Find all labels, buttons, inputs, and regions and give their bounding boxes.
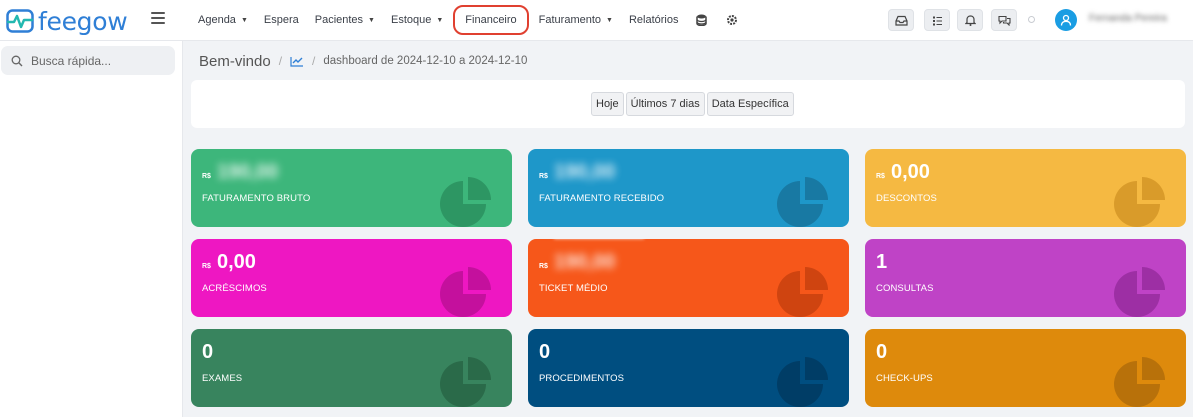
pie-chart-icon bbox=[1114, 267, 1165, 317]
main-nav: Agenda ▼ Espera Pacientes ▼ Estoque ▼ Finan… bbox=[190, 0, 747, 40]
card-label: ACRÉSCIMOS bbox=[202, 283, 267, 294]
currency-label: R$ bbox=[876, 173, 885, 180]
caret-down-icon: ▼ bbox=[240, 16, 248, 24]
card-label: PROCEDIMENTOS bbox=[539, 373, 625, 384]
card-value: 0 bbox=[539, 341, 551, 363]
currency-label: R$ bbox=[539, 173, 548, 180]
card-descontos[interactable]: R$ 0,00 DESCONTOS bbox=[865, 149, 1186, 227]
bell-icon bbox=[964, 15, 976, 26]
currency-label: R$ bbox=[202, 173, 211, 180]
menu-toggle-icon[interactable] bbox=[151, 12, 165, 26]
quick-search bbox=[1, 46, 175, 75]
nav-financeiro-label: Financeiro bbox=[465, 14, 517, 26]
avatar[interactable] bbox=[1055, 9, 1077, 31]
nav-financeiro[interactable]: Financeiro bbox=[453, 5, 529, 35]
card-consultas[interactable]: 1 CONSULTAS bbox=[865, 239, 1186, 317]
chat-icon bbox=[997, 15, 1011, 26]
card-value: 1 bbox=[876, 251, 888, 273]
card-value: 0 bbox=[202, 341, 214, 363]
date-filter-buttons: Hoje Últimos 7 dias Data Específica bbox=[591, 92, 796, 116]
nav-agenda[interactable]: Agenda ▼ bbox=[190, 0, 256, 40]
card-exames[interactable]: 0 EXAMES bbox=[191, 329, 512, 407]
pie-chart-icon bbox=[440, 267, 491, 317]
card-label: FATURAMENTO BRUTO bbox=[202, 193, 311, 204]
card-value: 190,00 bbox=[217, 161, 279, 183]
nav-relatorios[interactable]: Relatórios bbox=[621, 0, 687, 40]
pie-chart-icon bbox=[1114, 177, 1165, 227]
card-faturamento-recebido[interactable]: R$ 190,00 FATURAMENTO RECEBIDO bbox=[528, 149, 849, 227]
nav-espera[interactable]: Espera bbox=[256, 0, 307, 40]
nav-espera-label: Espera bbox=[263, 14, 299, 26]
currency-label: R$ bbox=[202, 263, 211, 270]
date-filter-panel: Hoje Últimos 7 dias Data Específica bbox=[191, 80, 1185, 128]
pie-chart-icon bbox=[777, 177, 828, 227]
nav-estoque-label: Estoque bbox=[390, 14, 432, 26]
sidebar bbox=[0, 41, 183, 417]
breadcrumb-current: dashboard de 2024-12-10 a 2024-12-10 bbox=[323, 55, 528, 67]
status-dot bbox=[1028, 16, 1035, 23]
card-acrescimos[interactable]: R$ 0,00 ACRÉSCIMOS bbox=[191, 239, 512, 317]
currency-label: R$ bbox=[539, 263, 548, 270]
notifications-button[interactable] bbox=[957, 9, 983, 31]
inbox-button[interactable] bbox=[888, 9, 914, 31]
card-label: EXAMES bbox=[202, 373, 243, 384]
page-title: Bem-vindo bbox=[199, 52, 271, 70]
user-icon bbox=[1060, 14, 1072, 26]
database-icon[interactable] bbox=[687, 0, 717, 40]
caret-down-icon: ▼ bbox=[436, 16, 444, 24]
card-label: CHECK-UPS bbox=[876, 373, 933, 384]
nav-pacientes[interactable]: Pacientes ▼ bbox=[307, 0, 383, 40]
logo[interactable]: feegow bbox=[6, 6, 128, 36]
user-name[interactable]: Fernanda Pereira bbox=[1089, 13, 1167, 24]
nav-faturamento[interactable]: Faturamento ▼ bbox=[531, 0, 621, 40]
card-value: 190,00 bbox=[554, 161, 616, 183]
search-icon bbox=[11, 55, 23, 66]
nav-relatorios-label: Relatórios bbox=[628, 14, 679, 26]
breadcrumb-separator: / bbox=[278, 54, 283, 68]
feegow-logo-icon bbox=[6, 9, 34, 33]
top-bar: feegow Agenda ▼ Espera Pacientes ▼ Estoque… bbox=[0, 0, 1193, 41]
nav-agenda-label: Agenda bbox=[198, 14, 236, 26]
chat-button[interactable] bbox=[991, 9, 1017, 31]
card-faturamento-bruto[interactable]: R$ 190,00 FATURAMENTO BRUTO bbox=[191, 149, 512, 227]
nav-estoque[interactable]: Estoque ▼ bbox=[383, 0, 451, 40]
card-label: CONSULTAS bbox=[876, 283, 934, 294]
pie-chart-icon bbox=[777, 357, 828, 407]
pie-chart-icon bbox=[440, 357, 491, 407]
nav-pacientes-label: Pacientes bbox=[314, 14, 364, 26]
card-label: FATURAMENTO RECEBIDO bbox=[539, 193, 665, 204]
checklist-icon bbox=[932, 16, 942, 25]
line-chart-icon[interactable] bbox=[290, 56, 304, 67]
card-check-ups[interactable]: 0 CHECK-UPS bbox=[865, 329, 1186, 407]
pie-chart-icon bbox=[777, 267, 828, 317]
caret-down-icon: ▼ bbox=[606, 16, 613, 24]
card-value: 190,00 bbox=[554, 251, 616, 273]
card-value: 0,00 bbox=[891, 161, 930, 183]
caret-down-icon: ▼ bbox=[368, 16, 375, 24]
pie-chart-icon bbox=[440, 177, 491, 227]
filter-today-button[interactable]: Hoje bbox=[591, 92, 624, 116]
breadcrumb-separator: / bbox=[312, 54, 316, 68]
pie-chart-icon bbox=[1114, 357, 1165, 407]
filter-specific-date-button[interactable]: Data Específica bbox=[706, 92, 794, 116]
tasks-button[interactable] bbox=[924, 9, 950, 31]
search-input[interactable] bbox=[31, 53, 161, 68]
nav-faturamento-label: Faturamento bbox=[538, 14, 602, 26]
card-procedimentos[interactable]: 0 PROCEDIMENTOS bbox=[528, 329, 849, 407]
breadcrumb: Bem-vindo / / dashboard de 2024-12-10 a … bbox=[199, 51, 527, 71]
card-label: TICKET MÉDIO bbox=[539, 283, 608, 294]
filter-last-7-days-button[interactable]: Últimos 7 dias bbox=[625, 92, 705, 116]
gear-icon[interactable] bbox=[717, 0, 747, 40]
card-ticket-medio[interactable]: R$ 190,00 TICKET MÉDIO bbox=[528, 239, 849, 317]
logo-text: feegow bbox=[38, 6, 128, 36]
card-value: 0,00 bbox=[217, 251, 256, 273]
card-label: DESCONTOS bbox=[876, 193, 937, 204]
inbox-icon bbox=[894, 15, 908, 26]
card-value: 0 bbox=[876, 341, 888, 363]
